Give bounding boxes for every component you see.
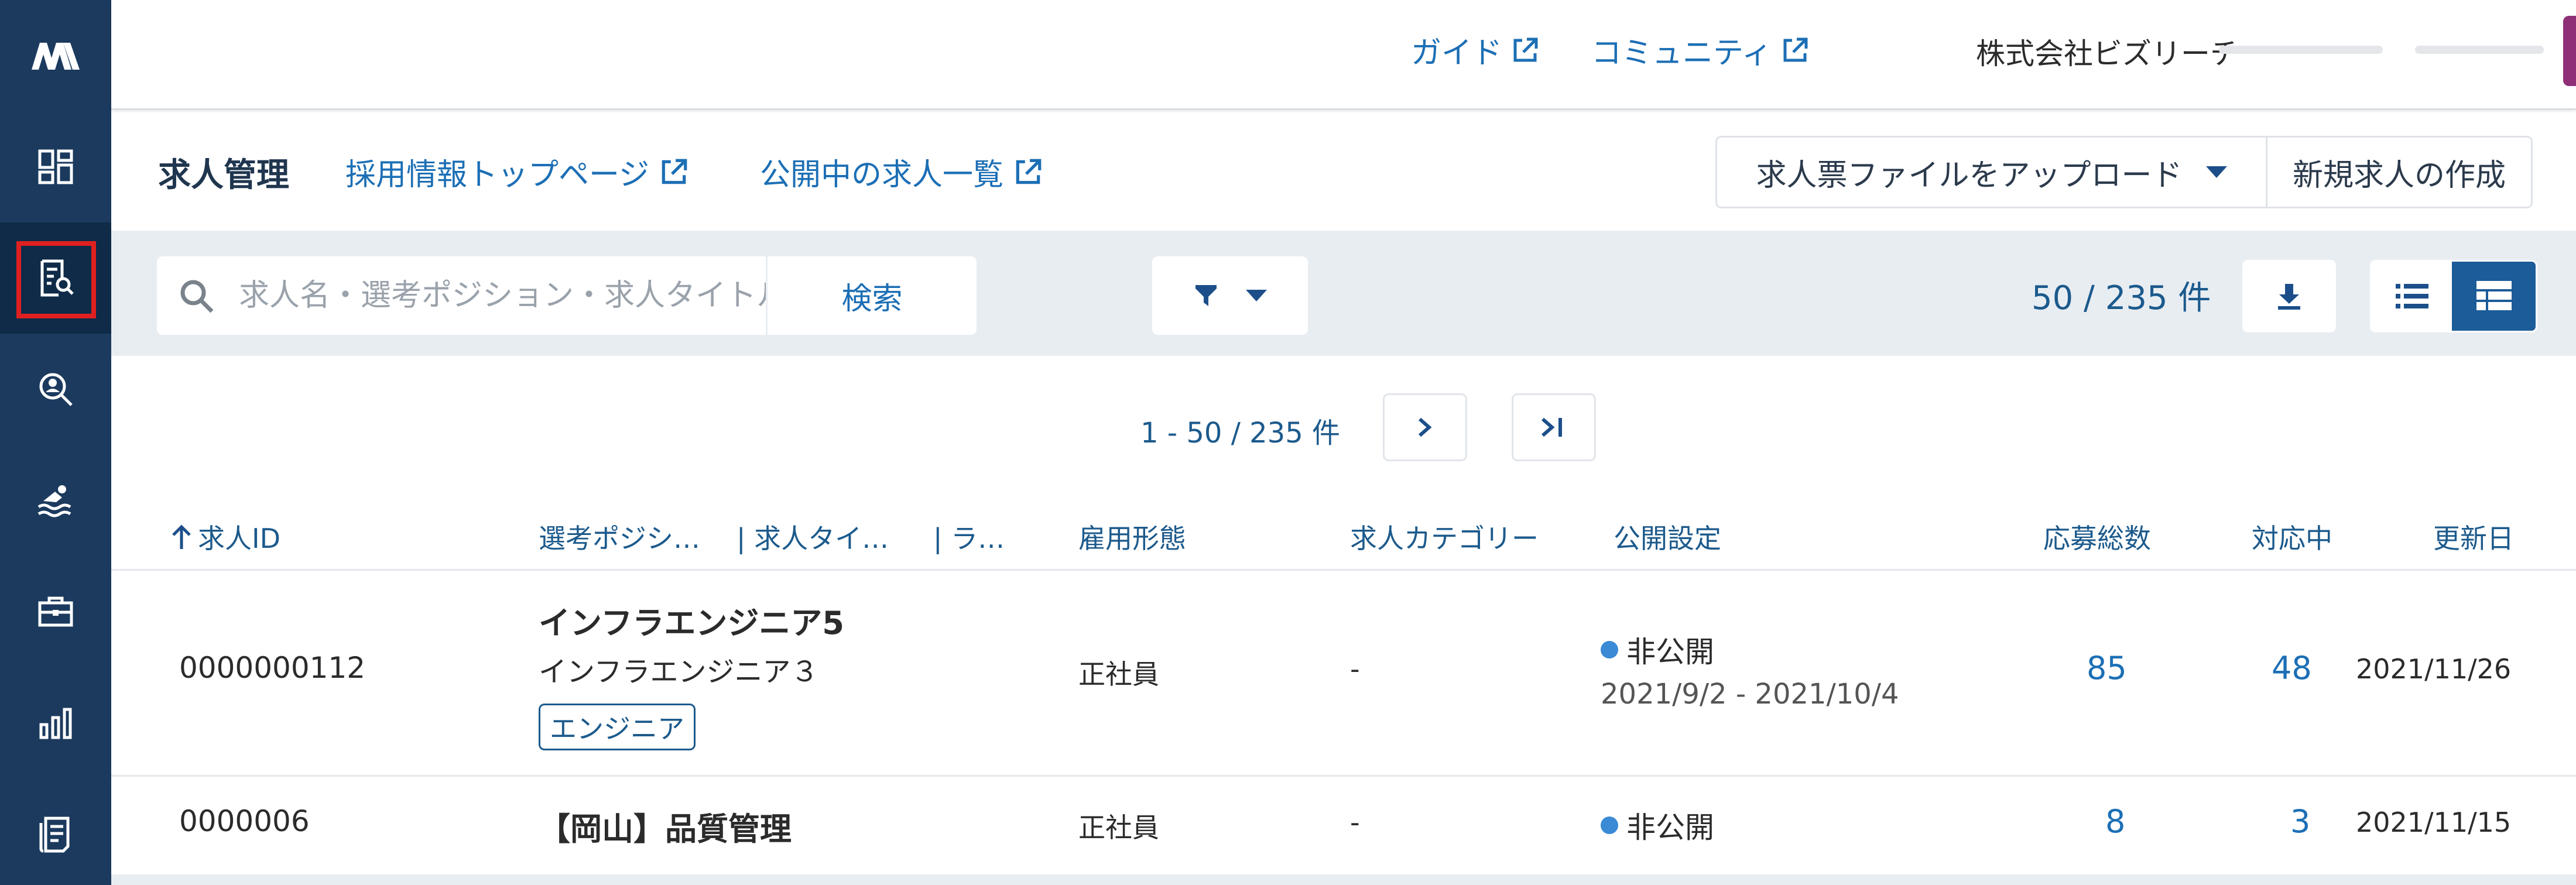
filter-button[interactable] [1152,256,1308,335]
company-name: 株式会社ビズリーチ [1976,37,2239,71]
job-position[interactable]: インフラエンジニア5 [539,597,844,643]
column-header-employment[interactable]: 雇用形態 [1078,517,1186,556]
guide-link[interactable]: ガイド [1411,28,1540,72]
column-header-category[interactable]: 求人カテゴリー [1350,517,1539,556]
visibility-status-label: 非公開 [1626,811,1714,845]
updated-date: 2021/11/15 [2356,807,2512,838]
table-view-button[interactable] [2452,262,2536,331]
column-header-position[interactable]: 選考ポジシ… [539,517,700,556]
external-link-icon [1016,159,1042,184]
download-button[interactable] [2242,260,2336,332]
community-link[interactable]: コミュニティ [1591,28,1810,72]
result-count: 50 / 235 件 [2032,279,2211,317]
last-page-button[interactable] [1512,393,1596,461]
updated-date: 2021/11/26 [2356,653,2512,685]
job-label-tag: エンジニア [539,704,696,750]
redacted-text [2219,46,2383,54]
filter-icon [1195,285,1217,306]
page-header: 求人管理 採用情報トップページ 公開中の求人一覧 求人票ファイルをアップロード … [111,112,2576,231]
column-header-id[interactable]: 求人ID [170,517,280,556]
job-search-icon[interactable] [0,222,111,334]
recruit-top-link[interactable]: 採用情報トップページ [345,150,689,194]
visibility-period: 2021/9/2 - 2021/10/4 [1601,678,1899,711]
published-jobs-link[interactable]: 公開中の求人一覧 [760,150,1043,194]
job-category: - [1350,807,1360,838]
last-page-icon [1542,417,1562,437]
sort-up-icon [172,524,191,549]
top-header: ガイド コミュニティ 株式会社ビズリーチ [111,0,2576,110]
table-header-divider [111,569,2576,571]
view-toggle [2370,260,2537,332]
column-header-visibility[interactable]: 公開設定 [1614,517,1721,556]
job-position[interactable]: 【岡山】品質管理 [539,803,792,849]
external-link-icon [662,159,687,184]
chevron-right-icon [1419,417,1432,437]
recruit-top-link-label: 採用情報トップページ [345,157,649,193]
download-icon [2278,284,2300,310]
column-header-id-label: 求人ID [198,523,280,554]
external-link-icon [1783,37,1808,61]
chevron-down-icon [1246,290,1267,301]
job-id[interactable]: 0000000112 [179,651,365,685]
employment-type: 正社員 [1078,812,1159,843]
logo-icon[interactable] [0,0,111,111]
pagination-range: 1 - 50 / 235 件 [1140,417,1341,450]
guide-link-label: ガイド [1411,36,1503,71]
community-link-label: コミュニティ [1591,36,1772,71]
job-id[interactable]: 0000006 [179,804,310,838]
action-button-group: 求人票ファイルをアップロード 新規求人の作成 [1715,136,2533,208]
nav-highlight [16,241,96,318]
column-header-label[interactable]: | ラ… [933,517,1005,556]
applications-count[interactable]: 8 [2105,803,2125,840]
column-header-title[interactable]: | 求人タイ… [737,517,889,556]
job-title: インフラエンジニア３ [539,656,819,688]
column-header-applications[interactable]: 応募総数 [2043,517,2151,556]
sidebar [0,0,111,885]
published-jobs-link-label: 公開中の求人一覧 [760,157,1004,193]
chevron-down-icon [2205,166,2227,178]
page-title: 求人管理 [158,156,289,194]
redacted-user-name [2415,46,2544,54]
status-dot [1601,817,1618,834]
bar-chart-icon[interactable] [0,667,111,778]
search-toolbar: 検索 50 / 235 件 [111,231,2576,356]
search-button[interactable]: 検索 [766,256,977,335]
search-input[interactable] [157,256,766,335]
upload-job-file-button[interactable]: 求人票ファイルをアップロード [1717,138,2267,207]
visibility-status-label: 非公開 [1626,635,1714,669]
column-header-in-progress[interactable]: 対応中 [2252,517,2332,556]
applications-count[interactable]: 85 [2087,650,2127,687]
employment-type: 正社員 [1078,658,1159,690]
search-box: 検索 [157,256,977,335]
list-view-icon [2395,284,2428,308]
visibility-status: 非公開 [1601,804,1714,846]
swimmer-icon[interactable] [0,445,111,556]
document-icon[interactable] [0,778,111,885]
avatar[interactable] [2563,16,2576,86]
external-link-icon [1513,37,1538,61]
bottom-divider [111,874,2576,885]
upload-button-label: 求人票ファイルをアップロード [1756,157,2183,193]
dashboard-icon[interactable] [0,111,111,222]
table-view-icon [2476,281,2512,310]
status-dot [1601,641,1618,658]
candidate-search-icon[interactable] [0,334,111,445]
in-progress-count[interactable]: 48 [2272,650,2312,687]
in-progress-count[interactable]: 3 [2290,803,2310,840]
briefcase-icon[interactable] [0,556,111,667]
user-icon [2563,16,2576,86]
visibility-status: 非公開 [1601,629,1714,671]
list-view-button[interactable] [2372,262,2452,331]
column-header-updated[interactable]: 更新日 [2433,517,2514,556]
next-page-button[interactable] [1383,393,1467,461]
job-category: - [1350,653,1360,685]
create-job-button[interactable]: 新規求人の作成 [2267,138,2531,207]
row-divider [111,775,2576,777]
